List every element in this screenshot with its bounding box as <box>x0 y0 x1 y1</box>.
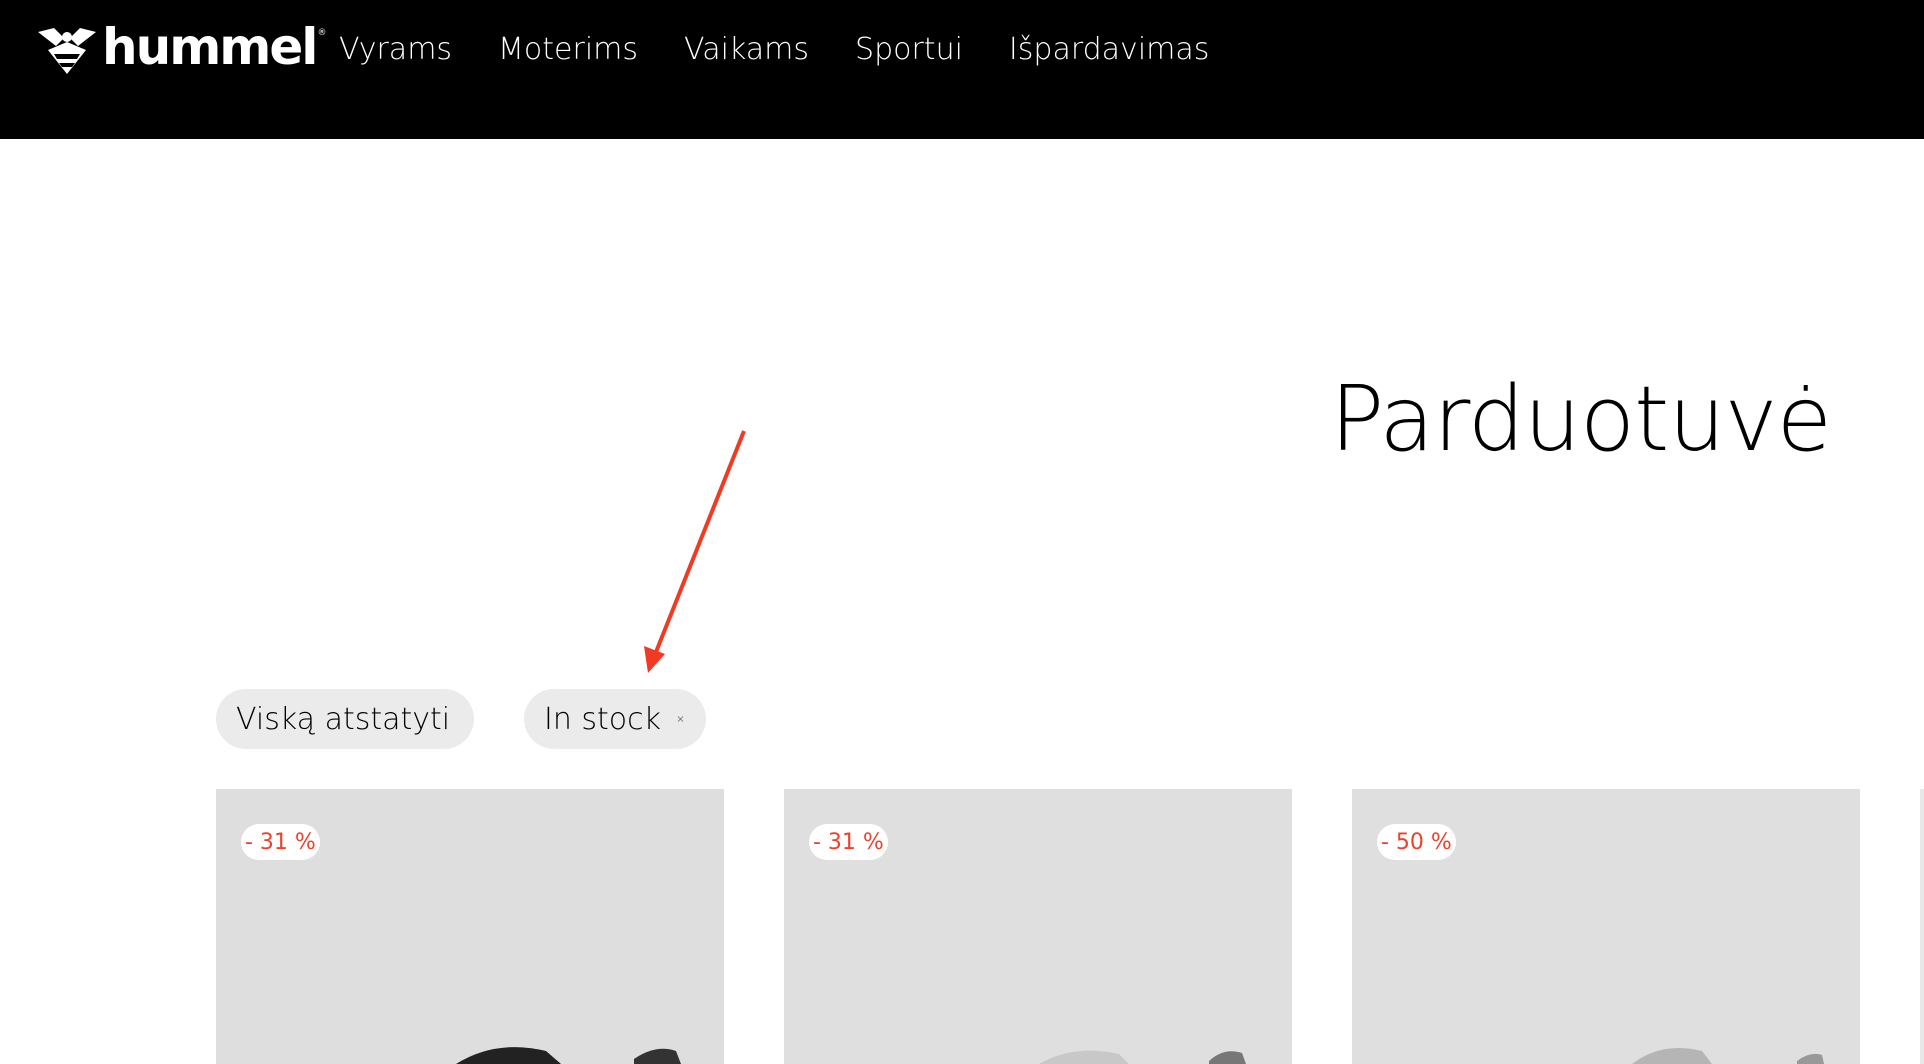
nav-item-sportui[interactable]: Sportui <box>855 30 963 70</box>
logo-wordmark: hummel <box>102 18 318 76</box>
discount-badge: - 50 % <box>1377 824 1456 860</box>
nav-item-moterims[interactable]: Moterims <box>498 30 638 70</box>
registered-mark: ® <box>317 28 327 38</box>
filter-chip-label: In stock <box>544 701 662 737</box>
bee-logo-icon <box>38 28 96 74</box>
reset-filters-label: Viską atstatyti <box>236 701 451 737</box>
filter-chip-in-stock[interactable]: In stock <box>524 689 706 749</box>
nav-item-vyrams[interactable]: Vyrams <box>339 30 452 70</box>
product-card-partial[interactable] <box>1920 789 1924 1064</box>
nav-item-ispardavimas[interactable]: Išpardavimas <box>1009 30 1209 70</box>
main-nav: Vyrams Moterims Vaikams Sportui Išpardav… <box>339 30 1255 70</box>
brand-logo[interactable]: hummel ® <box>34 18 327 76</box>
nav-item-vaikams[interactable]: Vaikams <box>684 30 809 70</box>
site-header: hummel ® Vyrams Moterims Vaikams Sportui… <box>0 0 1924 139</box>
close-icon[interactable] <box>677 708 684 730</box>
discount-badge: - 31 % <box>809 824 888 860</box>
reset-filters-chip[interactable]: Viską atstatyti <box>216 689 474 749</box>
page-title: Parduotuvė <box>1330 367 1832 473</box>
product-card[interactable]: - 31 % <box>784 789 1292 1064</box>
discount-badge: - 31 % <box>241 824 320 860</box>
page: hummel ® Vyrams Moterims Vaikams Sportui… <box>0 0 1924 1064</box>
product-card[interactable]: - 50 % <box>1352 789 1860 1064</box>
product-card[interactable]: - 31 % <box>216 789 724 1064</box>
